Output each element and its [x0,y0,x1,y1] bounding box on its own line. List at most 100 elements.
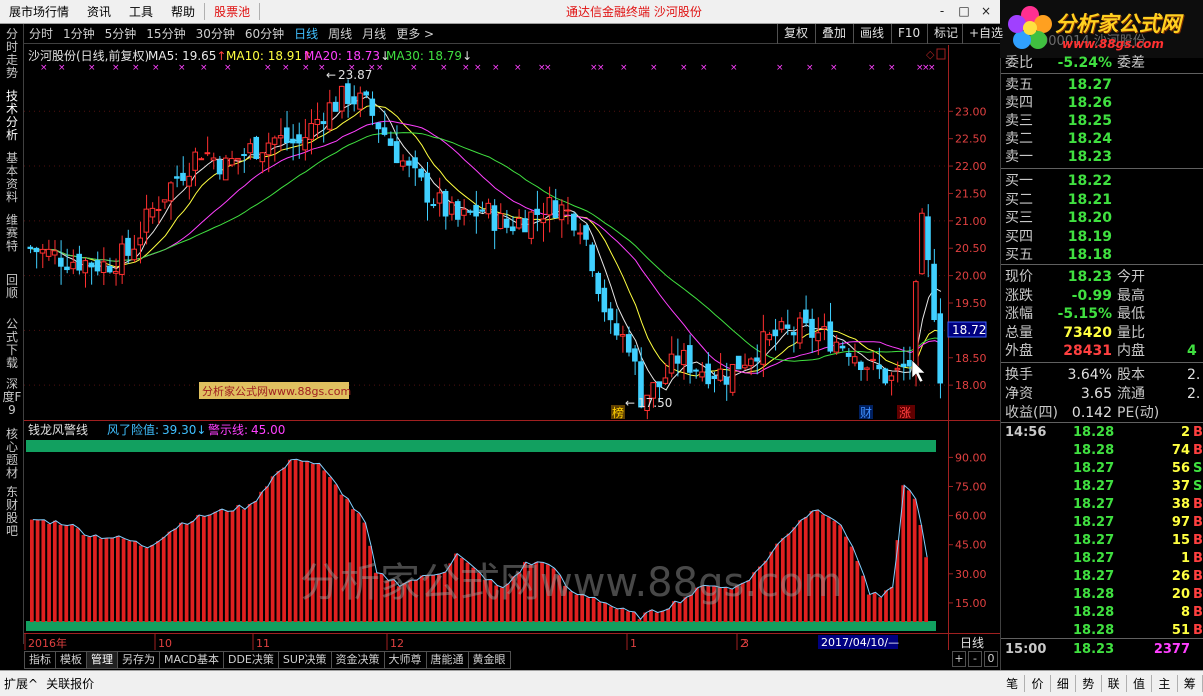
kline-chart[interactable]: 沙河股份(日线,前复权) MA5: 19.65↑ MA10: 18.91↑MA20… [0,0,1000,651]
candle-body [241,154,247,157]
candle-body [88,262,95,268]
stat-value2: 4 [1187,343,1197,359]
window-toggle-icon[interactable] [936,48,946,60]
candle-body [894,367,901,371]
tab-fund[interactable]: 资金决策 [330,651,385,669]
candle-body [430,204,437,207]
risk-bar [190,521,195,622]
candle-body [625,334,632,353]
date-tick-label: 2016年 [28,636,67,650]
signal-mark: × [776,63,784,73]
tab-save-as[interactable]: 另存为 [117,651,160,669]
stat-label2: 最低 [1117,306,1145,322]
tick-price: 18.27 [1073,533,1115,548]
stat2-label2: 流通 [1117,386,1145,402]
risk-bar [70,524,74,622]
ma-legend-item: MA30: 18.79↓ [386,49,472,63]
expand-button[interactable]: 扩展^ [0,675,42,692]
zoom-in-button[interactable]: + [952,651,966,667]
risk-bar [649,609,653,622]
tick-row: 18.27 37 S [1001,478,1203,496]
tick-row: 18.27 1 B [1001,550,1203,568]
candle-body [180,172,186,181]
signal-mark: × [680,63,688,73]
candle-body [400,160,406,167]
signal-mark: × [264,63,272,73]
qtab-3[interactable]: 势 [1076,675,1102,692]
risk-value: 39.30 [162,423,196,437]
bid-label: 买四 [1005,228,1033,245]
tab-golden-eye[interactable]: 黄金眼 [467,651,511,669]
tick-vol: 15 [1171,533,1190,548]
ma-colon: : [174,49,182,63]
qtab-4[interactable]: 联 [1102,675,1127,692]
tab-manage[interactable]: 管理 [86,651,118,669]
tab-tangnengtong[interactable]: 唐能通 [425,651,469,669]
candle-body [888,375,895,381]
brand-logo: 000014 沙河股份 分析家公式网 www.88gs.com [1000,0,1203,58]
candle-body [119,243,125,275]
candle-body [345,83,351,105]
tab-master[interactable]: 大师尊 [383,651,427,669]
signal-mark: × [152,63,160,73]
marker-list[interactable]: 榜 [612,405,624,420]
qtab-6[interactable]: 主 [1152,675,1178,692]
candle-body [705,363,711,385]
last-tick-row: 15:00 18.23 2377 [1001,641,1203,659]
qtab-1[interactable]: 价 [1025,675,1051,692]
stat-row: 现价 18.23 今开 [1001,268,1203,286]
related-quotes-button[interactable]: 关联报价 [42,675,98,692]
last-tick-time: 15:00 [1005,642,1047,657]
high-label-arrow: ← [326,68,336,82]
candle-body [326,102,333,130]
qtab-7[interactable]: 筹 [1178,675,1203,692]
candle-body [235,157,241,161]
candle-body [900,363,907,368]
current-price-label: 18.72 [952,323,986,337]
marker-finance[interactable]: 财 [860,406,872,420]
marker-limit-up[interactable]: 涨 [899,405,911,420]
tick-price: 18.27 [1073,461,1115,476]
high-price-label: 23.87 [338,68,372,82]
candle-body [796,317,803,344]
signal-mark: × [224,63,232,73]
tick-row: 18.27 56 S [1001,460,1203,478]
tab-dde[interactable]: DDE决策 [222,651,279,669]
candle-body [58,257,64,267]
svg-text:沙河股份(日线,前复权): 沙河股份(日线,前复权) [28,48,149,63]
stat-label: 总量 [1005,324,1033,341]
candle-body [662,377,669,384]
candle-body [735,355,742,370]
candle-body [247,143,253,154]
diamond-icon[interactable]: ◇ [926,48,935,61]
weicha-label: 委差 [1117,55,1145,71]
risk-bar [265,486,269,622]
qtab-2[interactable]: 细 [1051,675,1077,692]
tab-template[interactable]: 模板 [55,651,87,669]
risk-bar [75,528,80,622]
tab-indicator[interactable]: 指标 [24,651,56,669]
price-tick-label: 20.00 [955,270,987,283]
candle-body [803,309,809,324]
stat-label2: 量比 [1117,324,1145,341]
zoom-out-button[interactable]: - [968,651,982,667]
tab-sup[interactable]: SUP决策 [277,651,332,669]
stat2-value: 3.65 [1080,386,1112,402]
qtab-0[interactable]: 笔 [1000,675,1026,692]
bid-label: 买一 [1005,173,1033,189]
zoom-reset-button[interactable]: 0 [984,651,998,667]
candle-body [277,135,284,139]
signal-mark: × [40,63,48,73]
risk-bar [270,476,275,622]
quote-tabs: 笔 价 细 势 联 值 主 筹 [1000,670,1203,696]
candle-body [192,151,198,171]
qtab-5[interactable]: 值 [1127,675,1153,692]
risk-bar [884,590,888,622]
risk-bar [196,514,200,622]
tab-macd[interactable]: MACD基本 [159,651,224,669]
candle-body [516,217,522,229]
candle-body [845,352,852,357]
signal-mark: × [440,63,448,73]
signal-mark: × [492,63,500,73]
ma-value: 19.65 [182,49,216,63]
